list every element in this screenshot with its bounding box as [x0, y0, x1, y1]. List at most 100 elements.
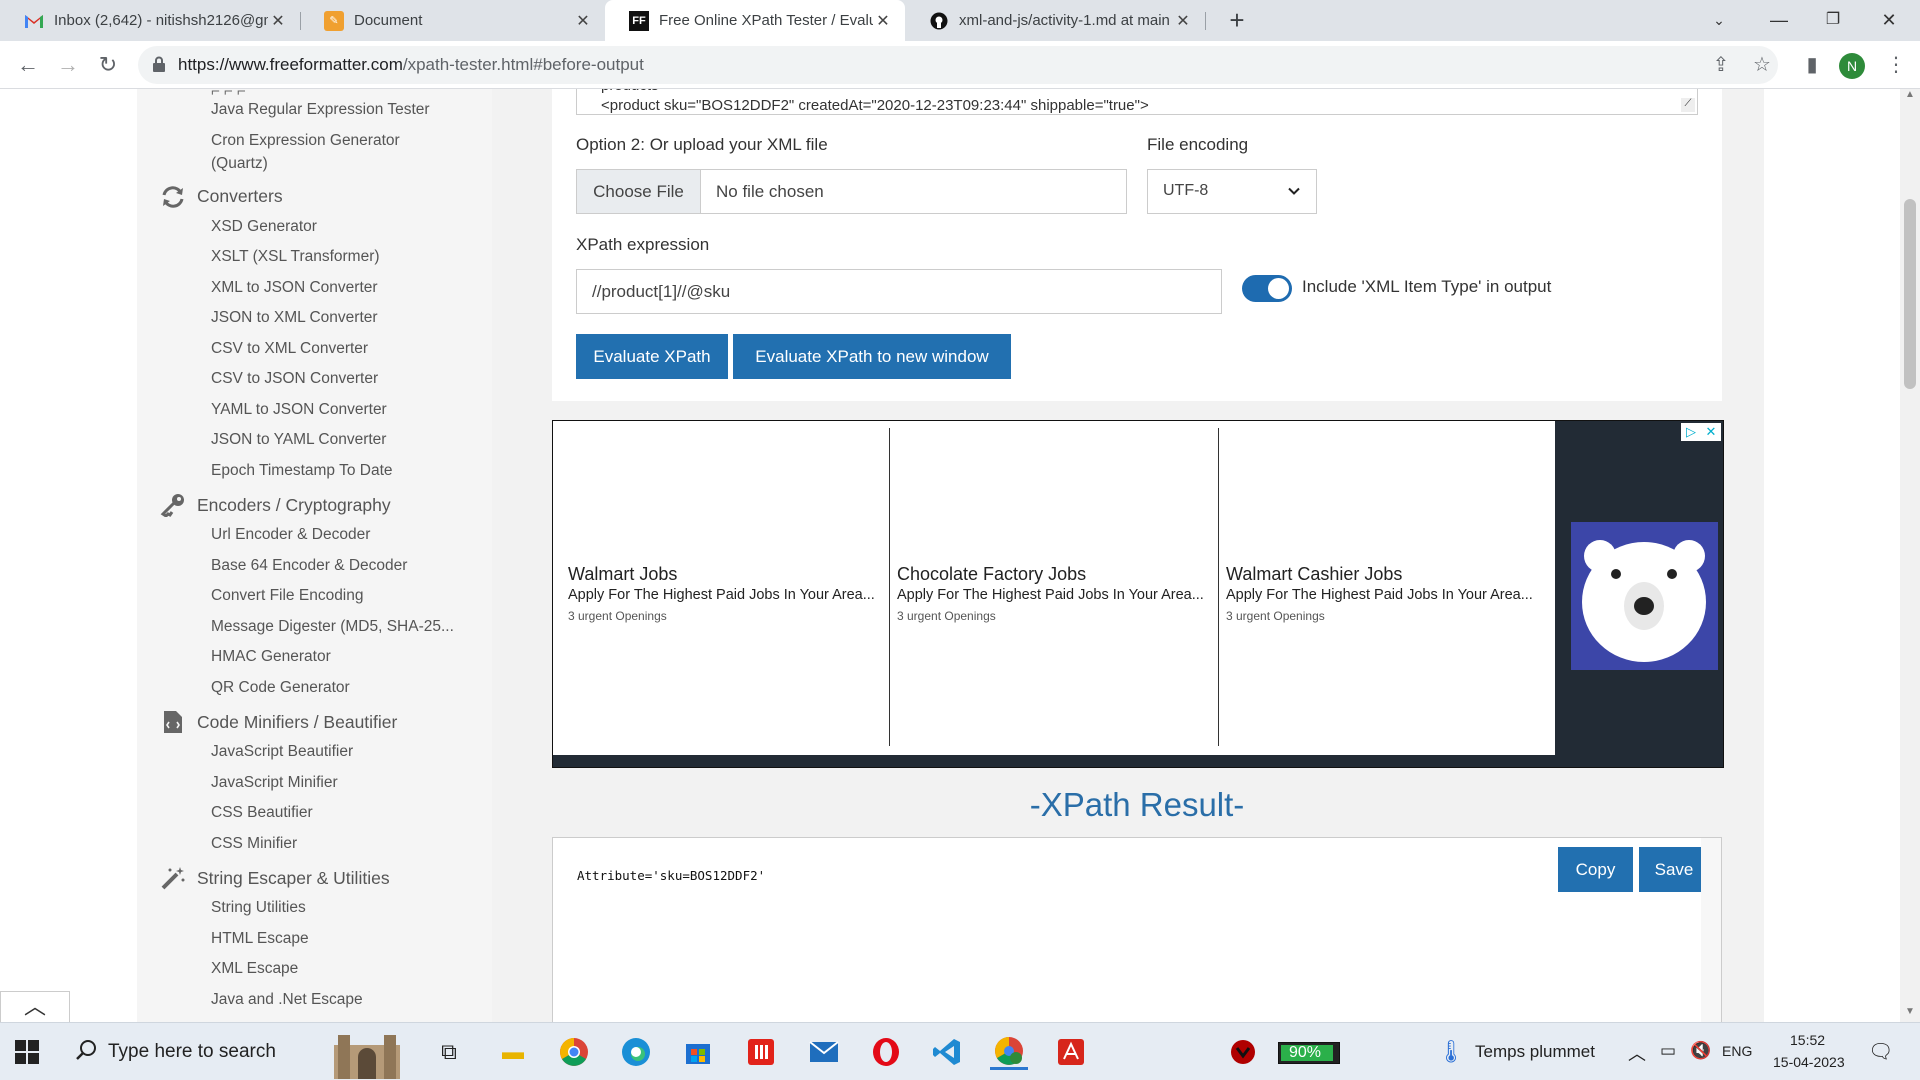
sidebar-item[interactable]: Epoch Timestamp To Date: [211, 462, 393, 480]
sidebar-item[interactable]: Message Digester (MD5, SHA-25...: [211, 618, 454, 636]
sidebar-item[interactable]: JSON to YAML Converter: [211, 431, 386, 449]
choose-file-button[interactable]: Choose File: [577, 170, 701, 213]
tray-chevron-up-icon[interactable]: ︿: [1628, 1040, 1646, 1066]
close-icon[interactable]: ✕: [573, 11, 593, 31]
evaluate-xpath-button[interactable]: Evaluate XPath: [576, 334, 728, 379]
scroll-to-top-button[interactable]: ︿: [0, 991, 70, 1022]
opera-icon[interactable]: [867, 1034, 905, 1070]
sidebar-item[interactable]: Url Encoder & Decoder: [211, 526, 370, 544]
chrome-profile-icon[interactable]: [990, 1034, 1028, 1070]
sidebar-item[interactable]: Convert File Encoding: [211, 587, 364, 605]
copy-button[interactable]: Copy: [1558, 847, 1633, 892]
forward-icon[interactable]: →: [52, 49, 84, 81]
sidebar-item[interactable]: XML to JSON Converter: [211, 279, 378, 297]
sidebar-item[interactable]: (Quartz): [211, 155, 268, 173]
scrollbar-thumb[interactable]: [1904, 199, 1916, 389]
sidebar-item[interactable]: CSV to XML Converter: [211, 340, 368, 358]
sidebar-item[interactable]: Cron Expression Generator: [211, 132, 400, 150]
sidebar-item[interactable]: QR Code Generator: [211, 679, 350, 697]
battery-icon[interactable]: ▭: [1660, 1041, 1676, 1061]
clock-time[interactable]: 15:52: [1790, 1032, 1825, 1048]
evaluate-new-window-button[interactable]: Evaluate XPath to new window: [733, 334, 1011, 379]
language-indicator[interactable]: ENG: [1722, 1043, 1752, 1059]
resize-grip-icon[interactable]: ⟋: [1681, 98, 1695, 112]
close-icon[interactable]: ✕: [268, 11, 288, 31]
sidebar-category[interactable]: Encoders / Cryptography: [159, 493, 391, 517]
result-output[interactable]: Attribute='sku=BOS12DDF2' Copy Save: [552, 837, 1722, 1022]
result-scrollbar[interactable]: [1701, 838, 1721, 1022]
encoding-select[interactable]: UTF-8: [1147, 169, 1317, 214]
sidebar-item[interactable]: JavaScript Beautifier: [211, 743, 353, 761]
office-app-icon[interactable]: [742, 1034, 780, 1070]
sidebar-category[interactable]: String Escaper & Utilities: [159, 866, 390, 890]
side-panel-icon[interactable]: ▮: [1796, 49, 1828, 81]
sidebar-item[interactable]: HTML Escape: [211, 930, 309, 948]
sidebar-item[interactable]: CSV to JSON Converter: [211, 370, 378, 388]
file-explorer-icon[interactable]: ▬: [494, 1034, 532, 1070]
pdf-reader-icon[interactable]: [1052, 1034, 1090, 1070]
xpath-expression-input[interactable]: //product[1]//@sku: [576, 269, 1222, 314]
reload-icon[interactable]: ↻: [92, 49, 124, 81]
clock-date[interactable]: 15-04-2023: [1773, 1054, 1845, 1070]
sidebar-item[interactable]: String Utilities: [211, 899, 306, 917]
menu-icon[interactable]: ⋮: [1880, 49, 1912, 81]
include-item-type-toggle[interactable]: [1242, 275, 1292, 302]
windows-start-icon[interactable]: [12, 1037, 42, 1067]
xml-textarea[interactable]: products <product sku="BOS12DDF2" create…: [576, 89, 1698, 115]
sidebar-item[interactable]: HMAC Generator: [211, 648, 331, 666]
store-icon[interactable]: [679, 1034, 717, 1070]
ad-item[interactable]: Chocolate Factory Jobs Apply For The Hig…: [882, 428, 1212, 748]
scroll-up-icon[interactable]: ▲: [1900, 89, 1920, 105]
profile-avatar[interactable]: N: [1839, 53, 1865, 79]
mail-icon[interactable]: [805, 1034, 843, 1070]
ad-item[interactable]: Walmart Cashier Jobs Apply For The Highe…: [1211, 428, 1541, 748]
volume-muted-icon[interactable]: 🔇: [1690, 1041, 1711, 1061]
file-upload-field[interactable]: Choose File No file chosen: [576, 169, 1127, 214]
adchoices-icon[interactable]: ▷: [1681, 423, 1701, 441]
sidebar-category[interactable]: Converters: [159, 185, 283, 209]
sidebar-item[interactable]: XML Escape: [211, 960, 298, 978]
tab-document[interactable]: ✎ Document ✕: [300, 0, 605, 41]
sidebar-item[interactable]: YAML to JSON Converter: [211, 401, 387, 419]
advertisement[interactable]: Walmart Jobs Apply For The Highest Paid …: [552, 420, 1724, 768]
bookmark-star-icon[interactable]: ☆: [1746, 49, 1778, 81]
sidebar-item[interactable]: Base 64 Encoder & Decoder: [211, 557, 407, 575]
tab-search-icon[interactable]: ⌄: [1696, 0, 1742, 41]
share-icon[interactable]: ⇪: [1705, 49, 1737, 81]
back-icon[interactable]: ←: [12, 49, 44, 81]
task-view-icon[interactable]: ⧉: [430, 1034, 468, 1070]
tab-xpath-tester[interactable]: FF Free Online XPath Tester / Evalua ✕: [605, 0, 905, 41]
ad-badge[interactable]: ▷ ✕: [1681, 423, 1721, 441]
scroll-down-icon[interactable]: ▼: [1900, 1006, 1920, 1022]
close-ad-icon[interactable]: ✕: [1701, 423, 1721, 441]
window-close-icon[interactable]: ✕: [1866, 0, 1912, 41]
minimize-icon[interactable]: —: [1756, 0, 1802, 41]
sidebar-category[interactable]: Code Minifiers / Beautifier: [159, 710, 397, 734]
save-button[interactable]: Save: [1639, 847, 1709, 892]
sidebar-item[interactable]: Java Regular Expression Tester: [211, 101, 430, 119]
restore-icon[interactable]: ❐: [1810, 0, 1856, 41]
close-icon[interactable]: ✕: [873, 11, 893, 31]
tab-gmail[interactable]: Inbox (2,642) - nitishsh2126@gm ✕: [0, 0, 300, 41]
sidebar-item[interactable]: JSON to XML Converter: [211, 309, 378, 327]
new-tab-icon[interactable]: +: [1222, 6, 1252, 36]
tab-github[interactable]: xml-and-js/activity-1.md at main ✕: [905, 0, 1205, 41]
vscode-icon[interactable]: [928, 1034, 966, 1070]
sidebar-item[interactable]: CSS Beautifier: [211, 804, 313, 822]
thermometer-icon[interactable]: 🌡: [1432, 1034, 1470, 1070]
battery-indicator[interactable]: 90%: [1278, 1042, 1340, 1064]
notification-icon[interactable]: 🗨: [1868, 1039, 1893, 1064]
sidebar-item[interactable]: XSD Generator: [211, 218, 317, 236]
sidebar-item[interactable]: JavaScript Minifier: [211, 774, 338, 792]
sidebar-item[interactable]: CSS Minifier: [211, 835, 297, 853]
weather-text[interactable]: Temps plummet: [1475, 1042, 1595, 1062]
close-icon[interactable]: ✕: [1173, 11, 1193, 31]
chrome-icon[interactable]: [555, 1034, 593, 1070]
ad-item[interactable]: Walmart Jobs Apply For The Highest Paid …: [553, 428, 883, 748]
sidebar-item[interactable]: XSLT (XSL Transformer): [211, 248, 380, 266]
antivirus-icon[interactable]: [1224, 1034, 1262, 1070]
taskbar-search-box[interactable]: Type here to search: [62, 1023, 417, 1080]
address-bar[interactable]: https://www.freeformatter.com/xpath-test…: [138, 46, 1778, 84]
sidebar-item[interactable]: Java and .Net Escape: [211, 991, 363, 1009]
edge-icon[interactable]: [617, 1034, 655, 1070]
